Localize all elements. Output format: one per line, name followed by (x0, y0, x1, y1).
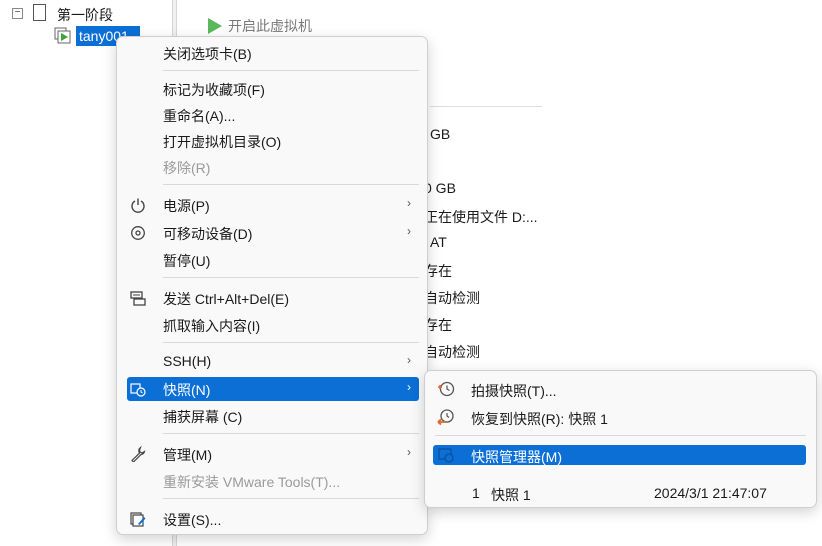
menu-label: 设置(S)... (163, 512, 222, 528)
snapshot-name[interactable]: 快照 1 (491, 485, 531, 505)
play-icon (208, 18, 222, 34)
menu-label: 捕获屏幕 (C) (163, 409, 243, 425)
menu-label: 移除(R) (163, 160, 211, 176)
menu-power[interactable]: 电源(P) › (127, 193, 419, 217)
chevron-right-icon: › (407, 196, 411, 210)
menu-label: 快照(N) (163, 382, 211, 398)
start-vm-label: 开启此虚拟机 (228, 18, 312, 34)
menu-settings[interactable]: 设置(S)... (127, 507, 419, 531)
submenu-revert-snapshot[interactable]: 恢复到快照(R): 快照 1 (433, 407, 806, 427)
keyboard-send-icon (130, 291, 146, 306)
wrench-icon (131, 446, 146, 462)
menu-label: 标记为收藏项(F) (163, 82, 265, 98)
menu-label: 重命名(A)... (163, 108, 236, 124)
chevron-right-icon: › (407, 224, 411, 238)
start-vm-link[interactable]: 开启此虚拟机 (208, 16, 312, 36)
info-disk: 0 GB (424, 180, 456, 196)
snapshot-index: 1 (472, 485, 480, 501)
info-memory: GB (430, 126, 451, 142)
menu-label: 暂停(U) (163, 253, 211, 269)
info-display: 自动检测 (424, 344, 480, 360)
tree-group-label[interactable]: 第一阶段 (57, 5, 113, 25)
menu-separator (163, 498, 419, 499)
info-usb: 存在 (424, 263, 452, 279)
snapshot-date: 2024/3/1 21:47:07 (654, 485, 767, 501)
power-icon (131, 198, 145, 213)
menu-label: 关闭选项卡(B) (163, 46, 252, 62)
menu-snapshot[interactable]: 快照(N) › (127, 377, 419, 401)
menu-label: 电源(P) (163, 198, 210, 214)
folder-icon (33, 4, 46, 21)
menu-send-ctrl-alt-del[interactable]: 发送 Ctrl+Alt+Del(E) (127, 286, 419, 310)
menu-reinstall-vmware-tools: 重新安装 VMware Tools(T)... (127, 469, 419, 493)
submenu-take-snapshot[interactable]: 拍摄快照(T)... (433, 379, 806, 399)
submenu-label: 快照管理器(M) (471, 449, 562, 465)
menu-label: 抓取输入内容(I) (163, 318, 261, 334)
context-menu: 关闭选项卡(B) 标记为收藏项(F) 重命名(A)... 打开虚拟机目录(O) … (116, 36, 428, 535)
menu-close-tab[interactable]: 关闭选项卡(B) (127, 41, 419, 65)
snapshot-manager-icon (438, 448, 454, 463)
menu-grab-input[interactable]: 抓取输入内容(I) (127, 313, 419, 337)
menu-removable-devices[interactable]: 可移动设备(D) › (127, 221, 419, 245)
submenu-label: 恢复到快照(R): 快照 1 (471, 411, 608, 427)
info-cd: 正在使用文件 D:... (424, 209, 538, 225)
chevron-right-icon: › (407, 445, 411, 459)
menu-separator (163, 342, 419, 343)
menu-label: 打开虚拟机目录(O) (163, 134, 282, 150)
submenu-snapshot-manager[interactable]: 快照管理器(M) (433, 445, 806, 465)
menu-manage[interactable]: 管理(M) › (127, 442, 419, 466)
chevron-right-icon: › (407, 353, 411, 367)
menu-pause[interactable]: 暂停(U) (127, 248, 419, 272)
snapshot-submenu: 拍摄快照(T)... 恢复到快照(R): 快照 1 快照管理器(M) 1 快照 … (424, 370, 817, 508)
info-sound: 自动检测 (424, 290, 480, 306)
menu-open-vm-directory[interactable]: 打开虚拟机目录(O) (127, 129, 419, 153)
menu-label: SSH(H) (163, 353, 212, 369)
collapse-icon[interactable]: − (12, 8, 23, 19)
settings-edit-icon (130, 512, 146, 527)
divider (430, 106, 542, 107)
revert-snapshot-icon (437, 409, 454, 426)
menu-separator (163, 277, 419, 278)
menu-separator (163, 433, 419, 434)
disc-icon (131, 226, 145, 240)
menu-ssh[interactable]: SSH(H) › (127, 350, 419, 374)
submenu-separator (435, 435, 806, 436)
menu-label: 重新安装 VMware Tools(T)... (163, 474, 341, 490)
menu-capture-screen[interactable]: 捕获屏幕 (C) (127, 404, 419, 428)
menu-label: 管理(M) (163, 447, 212, 463)
menu-rename[interactable]: 重命名(A)... (127, 103, 419, 127)
info-network: AT (430, 234, 447, 250)
menu-mark-favorite[interactable]: 标记为收藏项(F) (127, 77, 419, 101)
take-snapshot-icon (438, 381, 455, 397)
submenu-label: 拍摄快照(T)... (471, 383, 557, 399)
vm-running-icon (54, 27, 71, 44)
menu-label: 可移动设备(D) (163, 226, 253, 242)
menu-remove: 移除(R) (127, 155, 419, 179)
menu-separator (163, 184, 419, 185)
menu-separator (163, 70, 419, 71)
snapshot-clock-icon (130, 383, 146, 397)
info-printer: 存在 (424, 317, 452, 333)
menu-label: 发送 Ctrl+Alt+Del(E) (163, 291, 290, 307)
chevron-right-icon: › (407, 380, 411, 394)
